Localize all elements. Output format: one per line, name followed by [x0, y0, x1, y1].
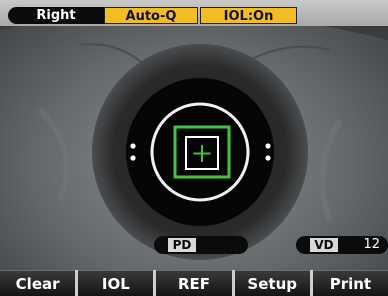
print-button[interactable]: Print — [312, 270, 388, 296]
eye-side-indicator: Right — [8, 7, 104, 24]
vd-value: 12 — [363, 237, 380, 252]
softkey-bar: Clear IOL REF Setup Print — [0, 270, 388, 296]
ref-button[interactable]: REF — [156, 270, 232, 296]
camera-screen: Right Auto-Q IOL:On PD VD 12 Clear IOL R… — [0, 0, 388, 296]
pupil — [126, 78, 274, 226]
left-marker-dot — [130, 155, 136, 161]
vd-label: VD — [310, 238, 338, 252]
right-marker-dot — [265, 143, 271, 149]
pd-label: PD — [168, 238, 196, 252]
clear-button[interactable]: Clear — [0, 270, 76, 296]
status-bar: Right Auto-Q IOL:On — [0, 0, 388, 26]
auto-q-mode-indicator: Auto-Q — [104, 7, 198, 24]
pd-reading: PD — [154, 236, 248, 254]
iol-status-indicator: IOL:On — [200, 7, 297, 24]
setup-button[interactable]: Setup — [234, 270, 310, 296]
vd-reading: VD 12 — [296, 236, 388, 254]
right-marker-dot — [265, 155, 271, 161]
iol-button[interactable]: IOL — [78, 270, 154, 296]
left-marker-dot — [130, 143, 136, 149]
